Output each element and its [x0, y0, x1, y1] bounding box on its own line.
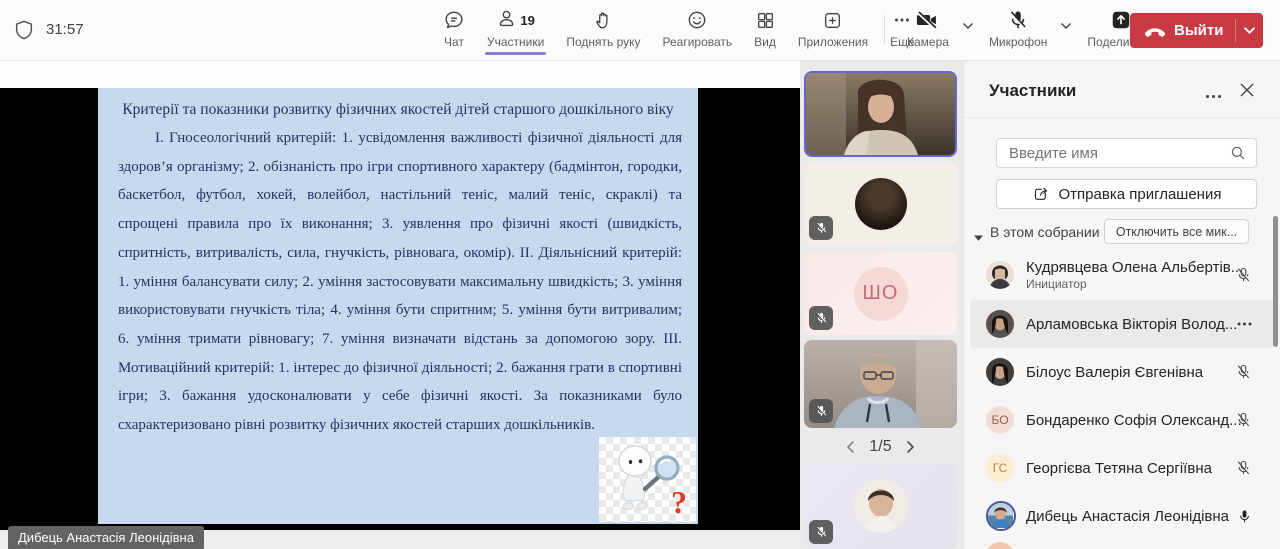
participant-row[interactable]: ГС Георгієва Тетяна Сергіївна [964, 444, 1280, 492]
react-button[interactable]: Реагировать [652, 7, 744, 49]
participant-muted-mic-icon[interactable] [1235, 363, 1252, 381]
participant-search[interactable] [996, 138, 1257, 168]
muted-mic-badge [809, 306, 833, 330]
mute-all-button[interactable]: Отключить все мик... [1104, 219, 1249, 244]
chat-icon [443, 7, 465, 33]
participant-row[interactable]: Кудрявцева Олена Альбертів... Инициатор [964, 250, 1280, 300]
section-collapse-chevron[interactable] [974, 228, 983, 246]
send-invite-button[interactable]: Отправка приглашения [996, 179, 1257, 209]
participant-initials-avatar: БО [986, 406, 1014, 434]
camera-off-icon [915, 7, 940, 33]
participant-avatar [986, 358, 1014, 386]
meeting-window: 31:57 Чат 19 Участники Поднять руку Реаг… [0, 0, 1280, 549]
microphone-options-chevron[interactable] [1060, 17, 1072, 35]
initials-avatar: ШО [853, 266, 908, 321]
toolbar-divider [884, 15, 885, 44]
smiley-icon [686, 7, 708, 33]
next-participant-avatar-partial [986, 542, 1014, 549]
panel-more-icon[interactable] [1205, 86, 1222, 104]
camera-options-chevron[interactable] [962, 17, 974, 35]
hangup-phone-icon [1144, 25, 1166, 37]
stage-top-margin [0, 61, 800, 88]
send-invite-label: Отправка приглашения [1058, 185, 1222, 203]
panel-divider [964, 117, 1280, 118]
participant-name: Білоус Валерія Євгенівна [1026, 363, 1204, 381]
slide-body-text: І. Гносеологічний критерій: 1. усвідомле… [118, 130, 682, 434]
participant-more-icon[interactable] [1237, 322, 1252, 326]
video-tile-initials-3[interactable]: ШО [804, 252, 957, 335]
svg-text:?: ? [671, 484, 687, 520]
participant-muted-mic-icon[interactable] [1235, 459, 1252, 477]
video-tile-speaker[interactable] [804, 71, 957, 157]
participants-button[interactable]: 19 Участники [476, 7, 555, 55]
apps-button[interactable]: Приложения [787, 7, 879, 49]
speaker-video-feed [806, 73, 955, 155]
participants-count: 19 [520, 12, 535, 28]
participant-initials-avatar: ГС [986, 454, 1014, 482]
participant-name: Бондаренко Софія Олександ... [1026, 411, 1242, 429]
participant-avatar [986, 261, 1014, 289]
participants-panel-header: Участники [964, 61, 1280, 117]
shared-screen: Критерії та показники розвитку фізичних … [0, 61, 800, 549]
participant-row[interactable]: Дибець Анастасія Леонідівна [964, 492, 1280, 540]
participant-search-input[interactable] [997, 144, 1230, 162]
participants-panel: Участники Отправка приглашения [963, 61, 1280, 549]
participants-list: Кудрявцева Олена Альбертів... Инициатор … [964, 250, 1280, 540]
participant-mic-on-icon[interactable] [1237, 507, 1252, 526]
slide-robot-image: ? [599, 437, 696, 522]
in-this-meeting-section: В этом собрании (19) Отключить все мик..… [964, 219, 1280, 246]
participant-avatar-speaking [986, 501, 1016, 531]
participant-row[interactable]: БО Бондаренко Софія Олександ... [964, 396, 1280, 444]
video-tile-man-4[interactable] [804, 340, 957, 428]
video-tile-avatar-5[interactable] [804, 463, 957, 549]
microphone-button[interactable]: Микрофон [978, 7, 1058, 49]
video-thumbnails-strip: ШО 1/5 [800, 61, 963, 549]
participant-avatar [854, 178, 907, 230]
pager-prev-chevron[interactable] [846, 440, 855, 454]
participant-avatar [853, 479, 908, 533]
participant-muted-mic-icon[interactable] [1235, 266, 1252, 284]
pager-next-chevron[interactable] [906, 440, 915, 454]
security-shield-icon[interactable] [13, 18, 35, 47]
leave-button[interactable]: Выйти [1130, 13, 1263, 48]
leave-options-chevron[interactable] [1236, 13, 1263, 48]
leave-button-label: Выйти [1174, 22, 1224, 39]
muted-mic-badge [809, 216, 833, 240]
slide-title: Критерії та показники розвитку фізичних … [122, 101, 674, 118]
participant-row[interactable]: Білоус Валерія Євгенівна [964, 348, 1280, 396]
meeting-timer: 31:57 [46, 21, 84, 38]
participant-role: Инициатор [1026, 277, 1087, 291]
panel-title: Участники [989, 81, 1077, 100]
panel-scrollbar[interactable] [1273, 216, 1278, 347]
raise-hand-icon [593, 7, 614, 33]
camera-button[interactable]: Камера [896, 7, 960, 49]
raise-hand-button[interactable]: Поднять руку [555, 7, 651, 49]
microphone-off-icon [1007, 7, 1029, 33]
pager-page-indicator: 1/5 [869, 438, 892, 455]
view-button[interactable]: Вид [743, 7, 787, 49]
participant-avatar [986, 310, 1014, 338]
name-tooltip: Дибець Анастасія Леонідівна [8, 526, 204, 549]
participant-name: Кудрявцева Олена Альбертів... [1026, 259, 1244, 276]
participant-muted-mic-icon[interactable] [1235, 411, 1252, 429]
participant-name: Дибець Анастасія Леонідівна [1026, 507, 1229, 525]
people-icon [496, 7, 517, 34]
panel-close-icon[interactable] [1240, 83, 1254, 102]
stage-background: Критерії та показники розвитку фізичних … [0, 88, 800, 530]
share-screen-icon [1110, 7, 1132, 33]
participant-name: Георгієва Тетяна Сергіївна [1026, 459, 1212, 477]
participant-name: Арламовська Вікторія Волод... [1026, 315, 1238, 333]
grid-view-icon [755, 7, 776, 33]
chat-button[interactable]: Чат [432, 7, 476, 49]
participant-row[interactable]: Арламовська Вікторія Волод... [970, 300, 1274, 348]
send-invite-icon [1032, 185, 1050, 203]
muted-mic-badge [809, 520, 833, 544]
muted-mic-badge [809, 399, 833, 423]
meeting-toolbar: 31:57 Чат 19 Участники Поднять руку Реаг… [0, 0, 1280, 61]
video-tile-avatar-2[interactable] [804, 163, 957, 245]
presentation-slide: Критерії та показники розвитку фізичних … [98, 88, 698, 524]
video-strip-pager: 1/5 [804, 435, 957, 459]
apps-plus-icon [822, 7, 843, 33]
search-icon [1230, 145, 1246, 161]
